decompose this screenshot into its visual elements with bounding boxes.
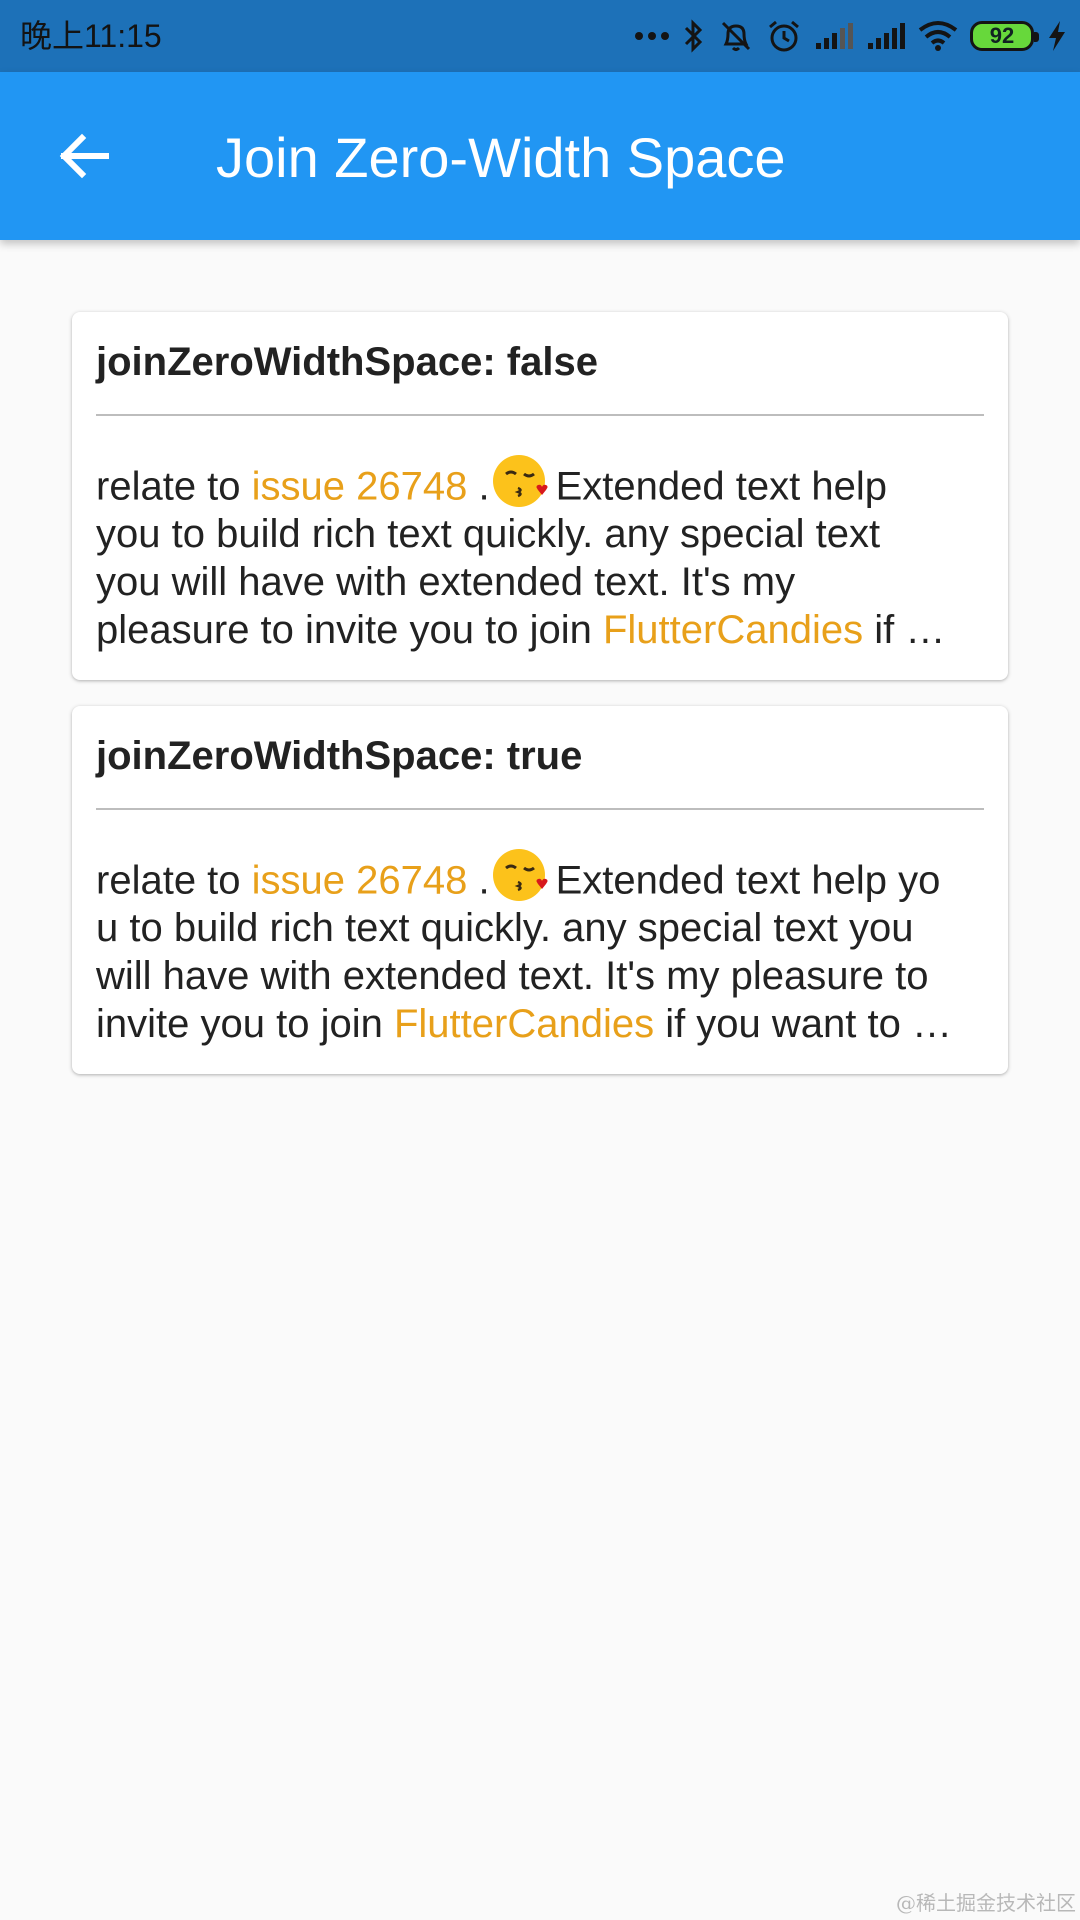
charging-icon [1049,21,1065,51]
text-span: Extended text help yo [555,858,941,903]
text-span: invite you to join [96,1002,394,1046]
page-title: Join Zero-Width Space [216,126,786,189]
back-button[interactable] [44,116,124,196]
text-line: pleasure to invite you to join FlutterCa… [96,606,984,654]
issue-link[interactable]: issue 26748 [252,859,468,903]
text-span: . [467,464,490,509]
text-span: if … [863,608,946,652]
text-line: u to build rich text quickly. any specia… [96,906,914,950]
text-line: invite you to join FlutterCandies if you… [96,1000,984,1048]
watermark: @稀土掘金技术社区 [896,1891,1076,1915]
extended-text: relate to issue 26748 . Extended text hel… [96,846,984,1048]
bell-muted-icon [721,21,751,51]
card-header: joinZeroWidthSpace: true [96,734,583,778]
card-header: joinZeroWidthSpace: false [96,340,598,384]
arrow-back-icon [59,133,109,179]
alarm-icon [769,20,799,52]
text-line: relate to issue 26748 . Extended text hel… [96,452,984,510]
signal-icon [816,23,853,49]
fluttercandies-link[interactable]: FlutterCandies [603,608,863,652]
text-span: pleasure to invite you to join [96,608,603,652]
bluetooth-icon [684,19,703,53]
text-line: you will have with extended text. It's m… [96,560,796,604]
text-span: . [467,858,490,903]
extended-text: relate to issue 26748 . Extended text hel… [96,452,984,654]
card-divider [96,414,984,416]
status-time: 晚上11:15 [20,18,162,54]
text-line: will have with extended text. It's my pl… [96,954,929,998]
text-span: if you want to … [654,1002,952,1046]
battery-level: 92 [989,23,1015,48]
text-line: relate to issue 26748 . Extended text hel… [96,846,984,904]
battery-icon: 92 [970,21,1039,51]
more-dots-icon [635,32,669,40]
fluttercandies-link[interactable]: FlutterCandies [394,1002,654,1046]
text-span: relate to [96,464,252,509]
card-join-zero-width-false: joinZeroWidthSpace: false relate to issu… [72,312,1008,680]
kissing-face-icon [492,452,550,510]
kissing-face-icon [492,846,550,904]
text-span: relate to [96,858,252,903]
issue-link[interactable]: issue 26748 [252,465,468,509]
text-line: you to build rich text quickly. any spec… [96,512,881,556]
text-span: Extended text help [555,464,887,509]
status-bar: 晚上11:15 92 [0,0,1080,72]
status-icons: 92 [634,0,1068,72]
app-bar: Join Zero-Width Space [0,72,1080,240]
wifi-icon [918,21,958,51]
card-divider [96,808,984,810]
signal-icon [868,23,905,49]
card-join-zero-width-true: joinZeroWidthSpace: true relate to issue… [72,706,1008,1074]
